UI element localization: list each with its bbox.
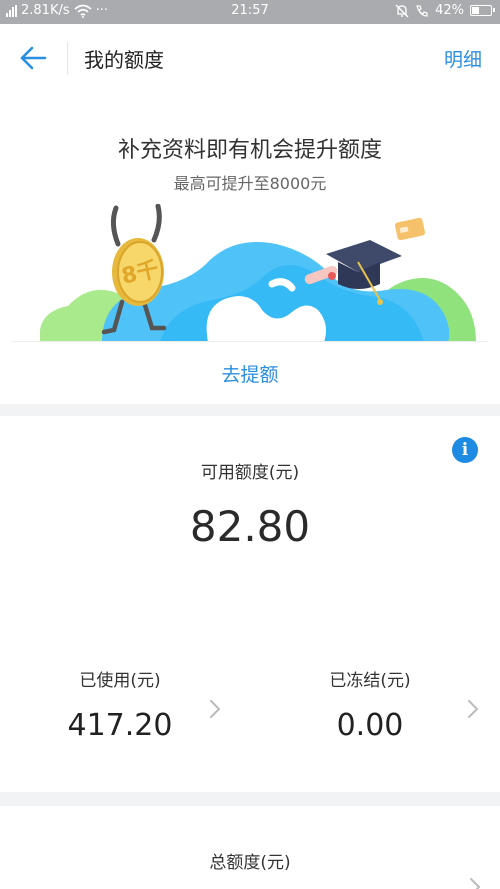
chevron-right-icon bbox=[210, 700, 220, 718]
battery-icon bbox=[470, 5, 495, 16]
raise-quota-button[interactable]: 去提额 bbox=[0, 360, 500, 387]
screen: 2.81K/s ··· 21:57 42% 我的额度 明细 补充资料即有机会提升… bbox=[0, 0, 500, 889]
back-arrow-icon[interactable] bbox=[18, 44, 48, 72]
frozen-value: 0.00 bbox=[336, 708, 404, 743]
bell-muted-icon bbox=[395, 4, 409, 17]
used-label: 已使用(元) bbox=[79, 671, 161, 691]
status-right: 42% bbox=[395, 3, 495, 18]
header: 我的额度 明细 bbox=[0, 24, 500, 92]
available-label: 可用额度(元) bbox=[200, 463, 300, 483]
total-quota-item[interactable]: 总额度(元) bbox=[0, 806, 500, 889]
promo-card: 补充资料即有机会提升额度 最高可提升至8000元 8千 去提额 bbox=[0, 92, 500, 404]
total-label: 总额度(元) bbox=[209, 853, 291, 873]
available-value: 82.80 bbox=[189, 502, 311, 551]
header-divider bbox=[67, 42, 68, 74]
used-value: 417.20 bbox=[67, 708, 173, 743]
frozen-label: 已冻结(元) bbox=[329, 671, 411, 691]
status-bar: 2.81K/s ··· 21:57 42% bbox=[0, 0, 500, 24]
promo-subline: 最高可提升至8000元 bbox=[173, 174, 327, 193]
bank-card-icon bbox=[394, 217, 426, 241]
chevron-right-icon bbox=[468, 700, 478, 718]
battery-fill bbox=[472, 7, 480, 14]
detail-link[interactable]: 明细 bbox=[444, 45, 482, 72]
chevron-right-icon bbox=[470, 878, 480, 889]
battery-percent: 42% bbox=[435, 3, 464, 18]
promo-headline: 补充资料即有机会提升额度 bbox=[117, 138, 382, 163]
promo-separator bbox=[12, 341, 488, 342]
promo-illustration: 8千 bbox=[40, 204, 476, 342]
phone-icon bbox=[416, 4, 428, 17]
page-title: 我的额度 bbox=[84, 48, 164, 72]
quota-card: i 可用额度(元) 82.80 已使用(元) 417.20 已冻结(元) 0.0… bbox=[0, 416, 500, 792]
